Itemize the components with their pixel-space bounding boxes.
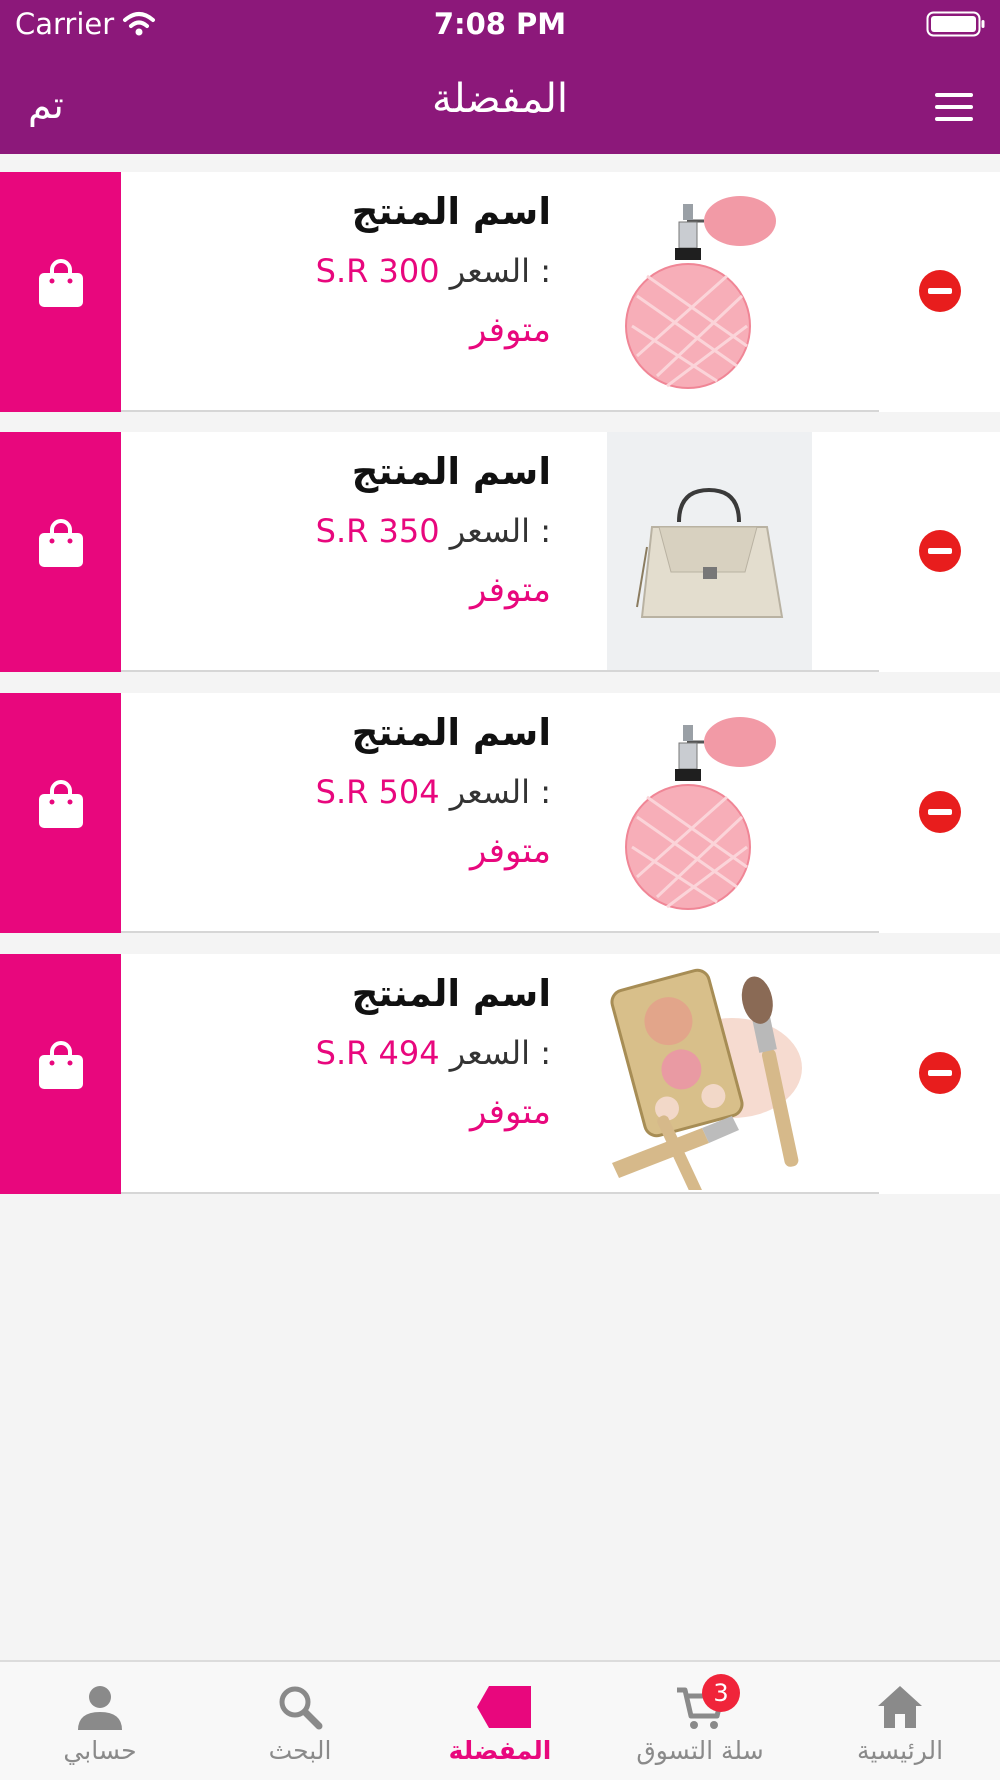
status-bar: Carrier 7:08 PM — [0, 0, 1000, 50]
product-name: اسم المنتج — [351, 450, 551, 493]
product-price: S.R 494 السعر : — [316, 1034, 551, 1072]
price-label: السعر : — [449, 1034, 551, 1072]
product-name: اسم المنتج — [351, 972, 551, 1015]
tab-label: المفضلة — [448, 1736, 552, 1765]
price-value: S.R 494 — [315, 1034, 440, 1072]
divider — [121, 670, 879, 672]
perfume-bottle-image[interactable] — [607, 697, 812, 929]
price-label: السعر : — [449, 512, 551, 550]
shopping-bag-icon — [39, 1041, 83, 1089]
handbag-image[interactable] — [607, 432, 812, 670]
battery-icon — [926, 11, 985, 37]
price-value: S.R 350 — [315, 512, 440, 550]
shopping-bag-icon — [39, 519, 83, 567]
top-navigation-bar: Carrier 7:08 PM تم المفضلة — [0, 0, 1000, 154]
page-title: المفضلة — [431, 76, 569, 122]
person-icon — [78, 1686, 122, 1730]
tab-shopping-cart[interactable]: 3 سلة التسوق — [600, 1662, 800, 1780]
remove-favorite-button[interactable] — [918, 529, 962, 573]
status-time: 7:08 PM — [433, 7, 567, 41]
divider — [121, 410, 879, 412]
availability-status: متوفر — [469, 310, 551, 350]
price-label: السعر : — [449, 252, 551, 290]
favorite-item: اسم المنتج S.R 350 السعر : متوفر — [0, 432, 1000, 672]
hamburger-menu-icon[interactable] — [935, 93, 973, 123]
cart-count-badge: 3 — [702, 1674, 740, 1712]
tab-home[interactable]: الرئيسية — [800, 1662, 1000, 1780]
add-to-cart-button[interactable] — [0, 432, 121, 672]
remove-favorite-button[interactable] — [918, 790, 962, 834]
product-price: S.R 300 السعر : — [316, 252, 551, 290]
tab-label: حسابي — [63, 1736, 137, 1765]
price-value: S.R 504 — [315, 773, 440, 811]
tab-favorites[interactable]: المفضلة — [400, 1662, 600, 1780]
shopping-bag-icon — [39, 259, 83, 307]
availability-status: متوفر — [469, 1092, 551, 1132]
bottom-tab-bar: حسابي البحث المفضلة 3 سلة التسوق الرئيسي… — [0, 1660, 1000, 1780]
divider — [121, 931, 879, 933]
price-value: S.R 300 — [315, 252, 440, 290]
perfume-bottle-image[interactable] — [607, 176, 812, 408]
tab-label: سلة التسوق — [636, 1736, 764, 1765]
favorite-item: اسم المنتج S.R 494 السعر : متوفر — [0, 954, 1000, 1194]
tag-icon — [477, 1686, 531, 1728]
product-name: اسم المنتج — [351, 711, 551, 754]
search-icon — [279, 1686, 323, 1730]
add-to-cart-button[interactable] — [0, 172, 121, 412]
remove-favorite-button[interactable] — [918, 1051, 962, 1095]
product-price: S.R 350 السعر : — [316, 512, 551, 550]
tab-label: البحث — [268, 1736, 332, 1765]
shopping-bag-icon — [39, 780, 83, 828]
product-name: اسم المنتج — [351, 190, 551, 233]
favorite-item: اسم المنتج S.R 504 السعر : متوفر — [0, 693, 1000, 933]
availability-status: متوفر — [469, 831, 551, 871]
product-price: S.R 504 السعر : — [316, 773, 551, 811]
availability-status: متوفر — [469, 570, 551, 610]
tab-label: الرئيسية — [856, 1736, 944, 1765]
tab-my-account[interactable]: حسابي — [0, 1662, 200, 1780]
add-to-cart-button[interactable] — [0, 693, 121, 933]
price-label: السعر : — [449, 773, 551, 811]
makeup-palette-image[interactable] — [607, 958, 812, 1190]
remove-favorite-button[interactable] — [918, 269, 962, 313]
divider — [121, 1192, 879, 1194]
home-icon — [878, 1686, 922, 1728]
favorite-item: اسم المنتج S.R 300 السعر : متوفر — [0, 172, 1000, 412]
add-to-cart-button[interactable] — [0, 954, 121, 1194]
tab-search[interactable]: البحث — [200, 1662, 400, 1780]
